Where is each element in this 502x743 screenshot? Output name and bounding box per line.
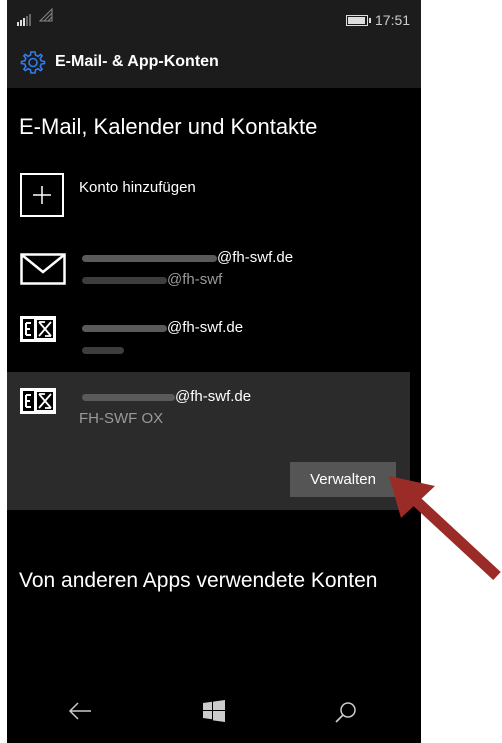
section-title-other-apps: Von anderen Apps verwendete Konten — [19, 569, 378, 592]
account-email: @fh-swf.de — [82, 388, 251, 405]
redacted-block — [82, 393, 175, 401]
account-subtitle: FH-SWF OX — [79, 410, 164, 427]
gear-icon — [20, 51, 46, 74]
account-subtitle-text: @fh-swf — [167, 271, 223, 288]
app-title: E-Mail- & App-Konten — [55, 53, 219, 70]
redacted-block — [82, 324, 167, 332]
section-title-email: E-Mail, Kalender und Kontakte — [19, 114, 318, 139]
phone-screen: 17:51 E-Mail- & App-Konten E-Mail, Kalen… — [7, 0, 421, 743]
redacted-block — [82, 276, 167, 284]
clock: 17:51 — [375, 12, 411, 28]
app-title-bar: E-Mail- & App-Konten — [7, 38, 421, 88]
account-email: @fh-swf.de — [82, 249, 293, 266]
status-bar: 17:51 — [7, 0, 421, 38]
envelope-icon — [20, 253, 66, 285]
account-subtitle — [82, 341, 124, 358]
manage-button[interactable]: Verwalten — [290, 462, 396, 497]
battery-icon — [346, 15, 371, 26]
windows-start-icon[interactable] — [203, 700, 225, 722]
back-arrow-icon[interactable] — [67, 700, 93, 722]
account-email-domain: @fh-swf.de — [175, 388, 252, 405]
account-email-domain: @fh-swf.de — [167, 319, 244, 336]
account-subtitle: @fh-swf — [82, 271, 222, 288]
search-icon[interactable] — [334, 700, 358, 724]
add-account-label: Konto hinzufügen — [79, 179, 196, 196]
account-email-domain: @fh-swf.de — [217, 249, 294, 266]
exchange-icon — [20, 316, 56, 342]
navigation-bar — [7, 680, 421, 743]
wifi-icon — [38, 7, 53, 25]
redacted-block — [82, 346, 124, 354]
exchange-icon — [20, 388, 56, 414]
add-icon — [20, 173, 64, 217]
annotation-arrow-icon — [389, 476, 501, 581]
redacted-block — [82, 254, 217, 262]
account-email: @fh-swf.de — [82, 319, 243, 336]
